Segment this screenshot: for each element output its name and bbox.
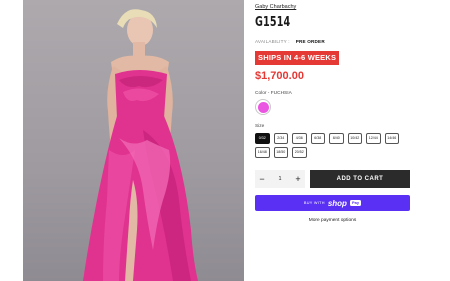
shop-pay-button[interactable]: BUY WITH shop Pay [255,195,410,211]
color-label: Color - FUCHSIA [255,91,292,96]
availability: AVAILABILITY : PRE ORDER [255,39,325,44]
size-option[interactable]: 14/46 [384,133,399,144]
shipping-badge: SHIPS IN 4-6 WEEKS [255,51,340,65]
size-option[interactable]: 2/34 [273,133,288,144]
add-to-cart-button[interactable]: ADD TO CART [310,170,410,188]
shop-logo: shop [327,198,347,208]
size-option[interactable]: 10/42 [347,133,362,144]
size-options: 0/32 2/34 4/36 6/38 8/40 10/42 12/44 14/… [255,133,405,158]
availability-label: AVAILABILITY : [255,39,290,44]
size-option[interactable]: 12/44 [366,133,381,144]
size-option[interactable]: 6/38 [310,133,325,144]
color-swatch-fuchsia[interactable] [255,99,271,115]
size-option[interactable]: 0/32 [255,133,270,144]
increase-quantity-button[interactable]: + [291,170,305,188]
decrease-quantity-button[interactable]: − [255,170,269,188]
more-payment-options-link[interactable]: More payment options [255,218,410,223]
model-figure [83,9,198,281]
size-option[interactable]: 8/40 [329,133,344,144]
size-option[interactable]: 18/50 [273,147,288,158]
brand-link[interactable]: Gaby Charbachy [255,4,296,10]
product-title: G1514 [255,15,291,30]
size-option[interactable]: 20/52 [292,147,307,158]
quantity-stepper: − 1 + [255,170,305,188]
size-option[interactable]: 4/36 [292,133,307,144]
swatch-fill [257,101,269,113]
size-label: Size [255,124,265,129]
size-option[interactable]: 16/48 [255,147,270,158]
product-price: $1,700.00 [255,70,304,82]
product-image[interactable] [23,0,244,281]
quantity-value[interactable]: 1 [278,176,281,182]
buy-with-label: BUY WITH [303,201,325,205]
pay-badge: Pay [349,200,362,206]
availability-value: PRE ORDER [295,39,325,44]
